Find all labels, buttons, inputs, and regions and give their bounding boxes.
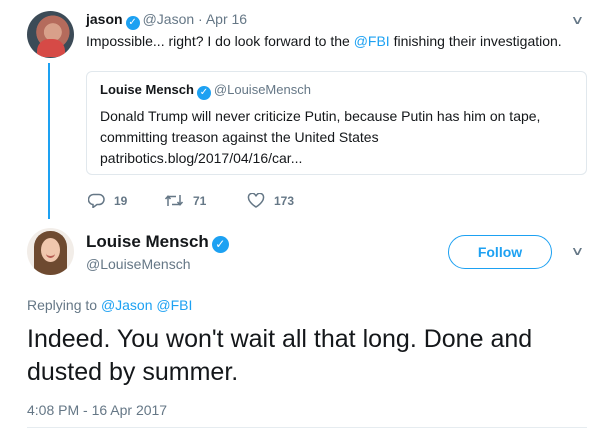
- main-author-handle[interactable]: @LouiseMensch: [86, 256, 191, 272]
- parent-text-before: Impossible... right? I do look forward t…: [86, 33, 354, 49]
- quoted-tweet-text: Donald Trump will never criticize Putin,…: [100, 108, 541, 166]
- parent-author-handle[interactable]: @Jason: [143, 11, 195, 27]
- retweet-icon: [164, 195, 184, 206]
- fbi-mention-link[interactable]: @FBI: [354, 33, 390, 49]
- header-separator: ·: [198, 11, 203, 27]
- main-author-name[interactable]: Louise Mensch: [86, 232, 209, 251]
- parent-author-name[interactable]: jason: [86, 11, 123, 27]
- like-action[interactable]: 173: [247, 193, 294, 208]
- main-author-name-row[interactable]: Louise Mensch ✓: [86, 232, 232, 253]
- quoted-author-name: Louise Mensch: [100, 82, 194, 97]
- heart-icon: [247, 193, 265, 208]
- parent-tweet-header: jason ✓ @Jason · Apr 16: [86, 11, 247, 30]
- parent-tweet-text: Impossible... right? I do look forward t…: [86, 33, 562, 49]
- tweet-timestamp[interactable]: 4:08 PM - 16 Apr 2017: [27, 402, 167, 418]
- chevron-down-icon[interactable]: ∨: [570, 13, 584, 27]
- retweet-count: 71: [193, 193, 207, 208]
- replying-prefix: Replying to: [27, 297, 101, 313]
- chevron-down-icon[interactable]: ∨: [570, 244, 584, 258]
- replying-to-line: Replying to @Jason @FBI: [27, 297, 192, 313]
- quoted-tweet-header: Louise Mensch ✓ @LouiseMensch: [100, 82, 311, 100]
- verified-badge-icon: ✓: [125, 16, 140, 30]
- retweet-action[interactable]: 71: [164, 193, 206, 208]
- verified-badge-icon: ✓: [196, 86, 211, 100]
- reply-mention-jason[interactable]: @Jason: [101, 297, 153, 313]
- avatar-face: [41, 238, 60, 262]
- follow-button[interactable]: Follow: [448, 235, 552, 269]
- parent-text-after: finishing their investigation.: [389, 33, 562, 49]
- verified-badge-icon: ✓: [211, 236, 229, 253]
- thread-connector-line: [48, 63, 50, 219]
- parent-tweet-date[interactable]: Apr 16: [206, 11, 247, 27]
- divider: [27, 427, 587, 428]
- quoted-author-handle: @LouiseMensch: [213, 82, 311, 97]
- main-tweet-text: Indeed. You won't wait all that long. Do…: [27, 325, 533, 386]
- jason-avatar[interactable]: [27, 11, 74, 58]
- reply-icon: [88, 193, 105, 208]
- louise-mensch-avatar[interactable]: [27, 228, 74, 275]
- reply-mention-fbi[interactable]: @FBI: [156, 297, 192, 313]
- reply-count: 19: [114, 193, 128, 208]
- quoted-tweet-card[interactable]: Louise Mensch ✓ @LouiseMensch Donald Trump…: [86, 71, 587, 175]
- reply-action[interactable]: 19: [88, 193, 127, 208]
- like-count: 173: [274, 193, 295, 208]
